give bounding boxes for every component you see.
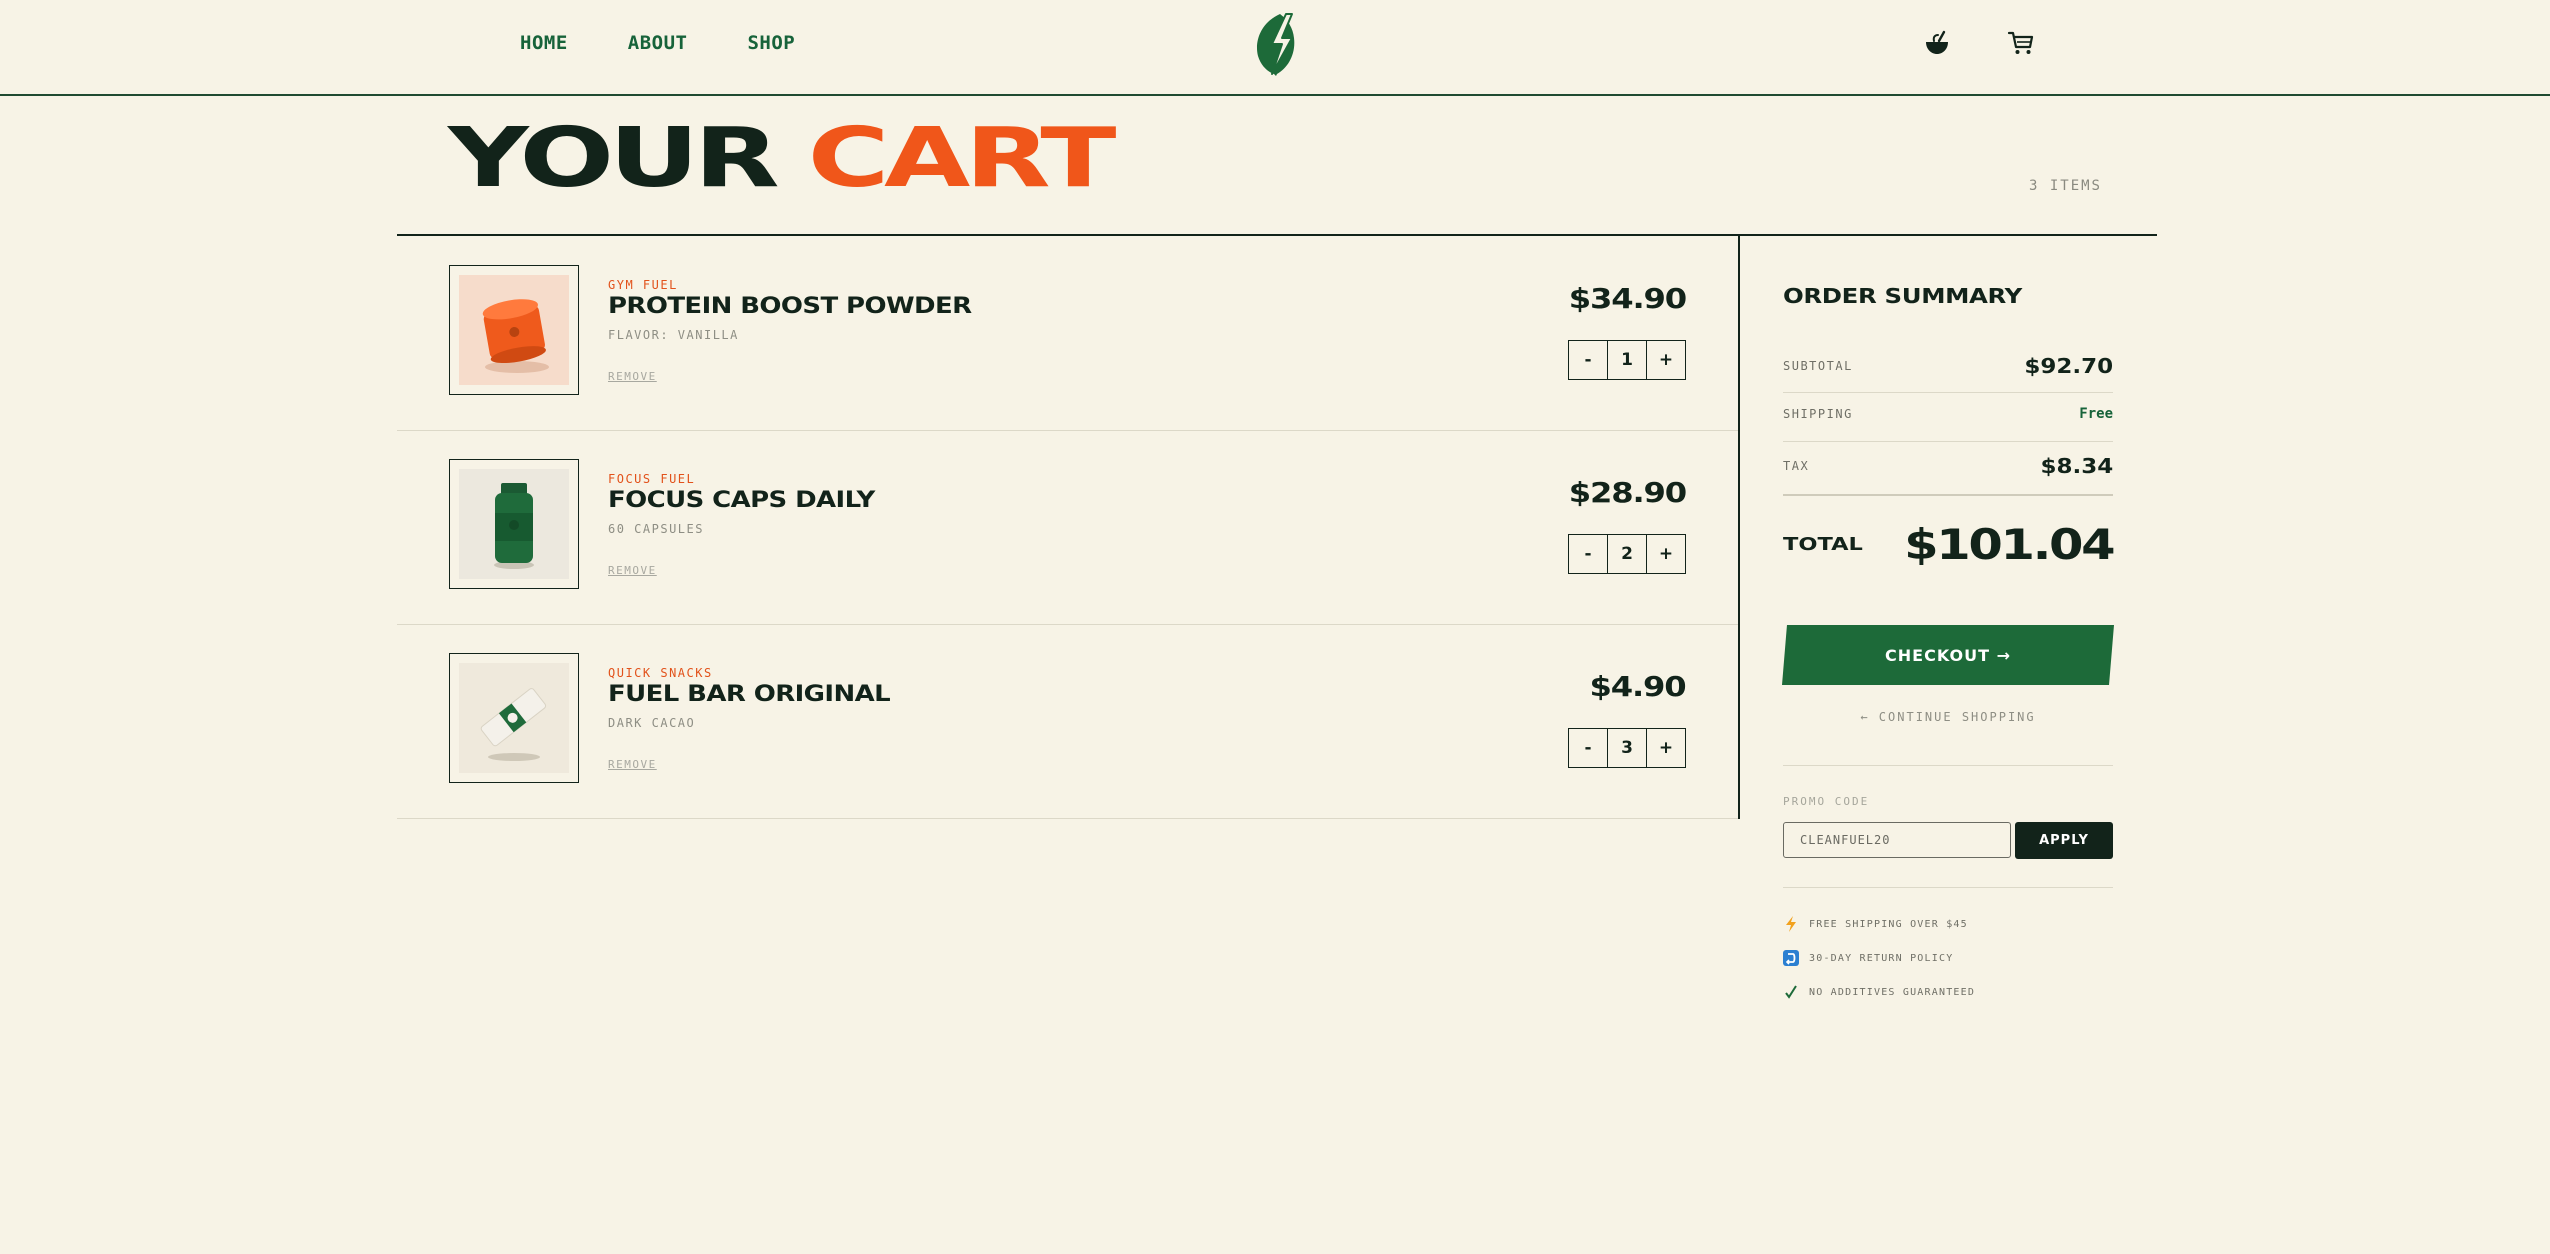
decrease-button[interactable]: - bbox=[1569, 341, 1607, 379]
nav-home-link[interactable]: HOME bbox=[520, 32, 568, 54]
lightning-icon bbox=[1783, 916, 1799, 932]
order-summary-title: ORDER SUMMARY bbox=[1783, 284, 2022, 308]
divider bbox=[1783, 392, 2113, 393]
perk-free-shipping: FREE SHIPPING OVER $45 bbox=[1783, 916, 1968, 932]
decrease-button[interactable]: - bbox=[1569, 729, 1607, 767]
subtotal-label: SUBTOTAL bbox=[1783, 359, 1853, 373]
apply-button[interactable]: APPLY bbox=[2015, 822, 2113, 859]
checkout-button[interactable]: CHECKOUT → bbox=[1782, 625, 2114, 685]
tax-value: $8.34 bbox=[2040, 454, 2113, 478]
tax-label: TAX bbox=[1783, 459, 1810, 473]
check-icon bbox=[1783, 984, 1799, 1000]
subtotal-value: $92.70 bbox=[2024, 354, 2113, 378]
tax-row: TAX $8.34 bbox=[1783, 454, 2113, 478]
subtotal-row: SUBTOTAL $92.70 bbox=[1783, 354, 2113, 378]
cart-item: GYM FUEL PROTEIN BOOST POWDER FLAVOR: VA… bbox=[397, 236, 1738, 431]
cart-icon[interactable] bbox=[2006, 28, 2036, 58]
cart-item: FOCUS FUEL FOCUS CAPS DAILY 60 CAPSULES … bbox=[397, 430, 1738, 625]
quantity-value[interactable]: 3 bbox=[1607, 729, 1647, 767]
items-count: 3 ITEMS bbox=[2028, 178, 2102, 194]
divider bbox=[1783, 494, 2113, 496]
remove-button[interactable]: REMOVE bbox=[608, 758, 657, 771]
leaf-bolt-logo-icon[interactable] bbox=[1252, 10, 1300, 78]
product-name[interactable]: FUEL BAR ORIGINAL bbox=[608, 682, 891, 707]
quantity-stepper: - 3 + bbox=[1568, 728, 1686, 768]
divider bbox=[1783, 441, 2113, 442]
product-category: GYM FUEL bbox=[608, 278, 678, 292]
product-variant: DARK CACAO bbox=[608, 716, 696, 730]
product-category: FOCUS FUEL bbox=[608, 472, 696, 486]
product-variant: 60 CAPSULES bbox=[608, 522, 704, 536]
continue-shopping-link[interactable]: ← CONTINUE SHOPPING bbox=[1783, 710, 2113, 724]
page-title-part2: CART bbox=[807, 111, 1117, 206]
increase-button[interactable]: + bbox=[1647, 341, 1685, 379]
promo-code-input[interactable] bbox=[1783, 822, 2011, 858]
remove-button[interactable]: REMOVE bbox=[608, 564, 657, 577]
quantity-value[interactable]: 1 bbox=[1607, 341, 1647, 379]
green-bottle-icon bbox=[459, 469, 569, 579]
return-icon bbox=[1783, 950, 1799, 966]
orange-tub-icon bbox=[459, 275, 569, 385]
product-image[interactable] bbox=[449, 265, 579, 395]
product-name[interactable]: FOCUS CAPS DAILY bbox=[608, 488, 875, 513]
perk-returns: 30-DAY RETURN POLICY bbox=[1783, 950, 1953, 966]
product-price: $28.90 bbox=[1568, 476, 1688, 509]
column-divider bbox=[1738, 235, 1740, 819]
remove-button[interactable]: REMOVE bbox=[608, 370, 657, 383]
divider bbox=[1783, 765, 2113, 766]
decrease-button[interactable]: - bbox=[1569, 535, 1607, 573]
shipping-label: SHIPPING bbox=[1783, 407, 1853, 421]
nav-about-link[interactable]: ABOUT bbox=[628, 32, 688, 54]
product-image[interactable] bbox=[449, 459, 579, 589]
cart-item: QUICK SNACKS FUEL BAR ORIGINAL DARK CACA… bbox=[397, 624, 1738, 819]
promo-code-label: PROMO CODE bbox=[1783, 795, 1870, 808]
total-label: TOTAL bbox=[1783, 534, 1863, 555]
quantity-stepper: - 1 + bbox=[1568, 340, 1686, 380]
total-row: TOTAL $101.04 bbox=[1783, 520, 2116, 569]
total-value: $101.04 bbox=[1903, 520, 2116, 569]
page-title: YOUR CART bbox=[448, 118, 1116, 200]
product-image[interactable] bbox=[449, 653, 579, 783]
main-nav: HOME ABOUT SHOP bbox=[520, 32, 795, 54]
nav-shop-link[interactable]: SHOP bbox=[747, 32, 795, 54]
product-name[interactable]: PROTEIN BOOST POWDER bbox=[608, 294, 972, 319]
product-price: $34.90 bbox=[1568, 282, 1688, 315]
product-variant: FLAVOR: VANILLA bbox=[608, 328, 739, 342]
site-header: HOME ABOUT SHOP bbox=[0, 0, 2550, 96]
bowl-icon[interactable] bbox=[1922, 28, 1952, 58]
perk-text: 30-DAY RETURN POLICY bbox=[1809, 952, 1954, 964]
snack-bar-icon bbox=[459, 663, 569, 773]
product-price: $4.90 bbox=[1589, 670, 1687, 703]
divider bbox=[1783, 887, 2113, 888]
quantity-stepper: - 2 + bbox=[1568, 534, 1686, 574]
increase-button[interactable]: + bbox=[1647, 535, 1685, 573]
shipping-row: SHIPPING Free bbox=[1783, 406, 2113, 422]
perk-text: FREE SHIPPING OVER $45 bbox=[1809, 918, 1968, 930]
perk-no-additives: NO ADDITIVES GUARANTEED bbox=[1783, 984, 1975, 1000]
page-title-part1: YOUR bbox=[448, 111, 780, 206]
increase-button[interactable]: + bbox=[1647, 729, 1685, 767]
quantity-value[interactable]: 2 bbox=[1607, 535, 1647, 573]
shipping-value: Free bbox=[2079, 406, 2113, 422]
perk-text: NO ADDITIVES GUARANTEED bbox=[1809, 986, 1976, 998]
product-category: QUICK SNACKS bbox=[608, 666, 713, 680]
